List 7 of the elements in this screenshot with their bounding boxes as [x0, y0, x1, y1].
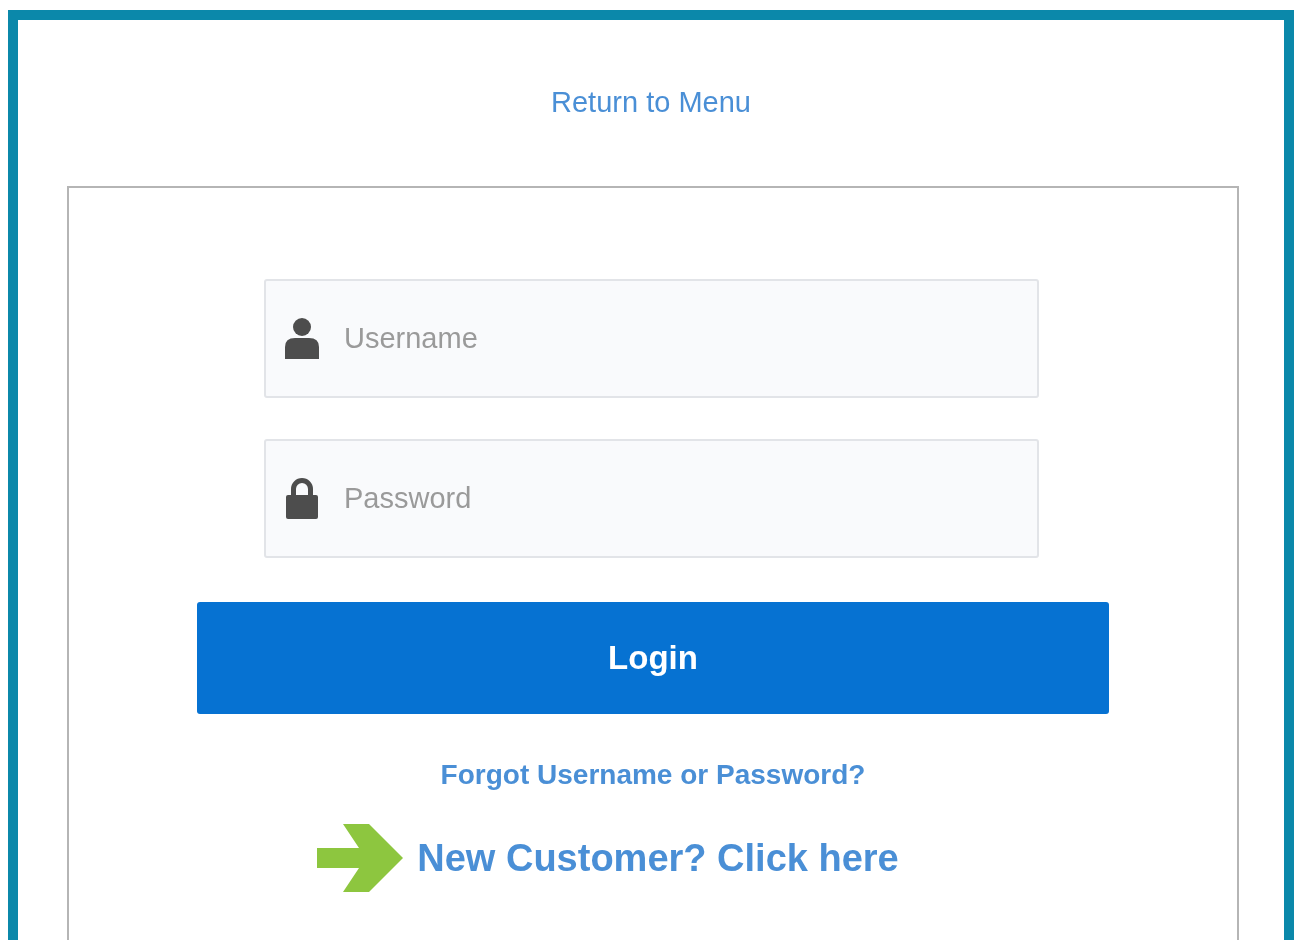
password-field[interactable]: Password — [264, 439, 1039, 558]
return-to-menu-link[interactable]: Return to Menu — [551, 84, 751, 120]
arrow-icon — [317, 824, 404, 892]
new-customer-link[interactable]: New Customer? Click here — [417, 835, 899, 881]
login-button[interactable]: Login — [197, 602, 1109, 714]
username-field[interactable]: Username — [264, 279, 1039, 398]
forgot-credentials-link[interactable]: Forgot Username or Password? — [440, 758, 866, 792]
